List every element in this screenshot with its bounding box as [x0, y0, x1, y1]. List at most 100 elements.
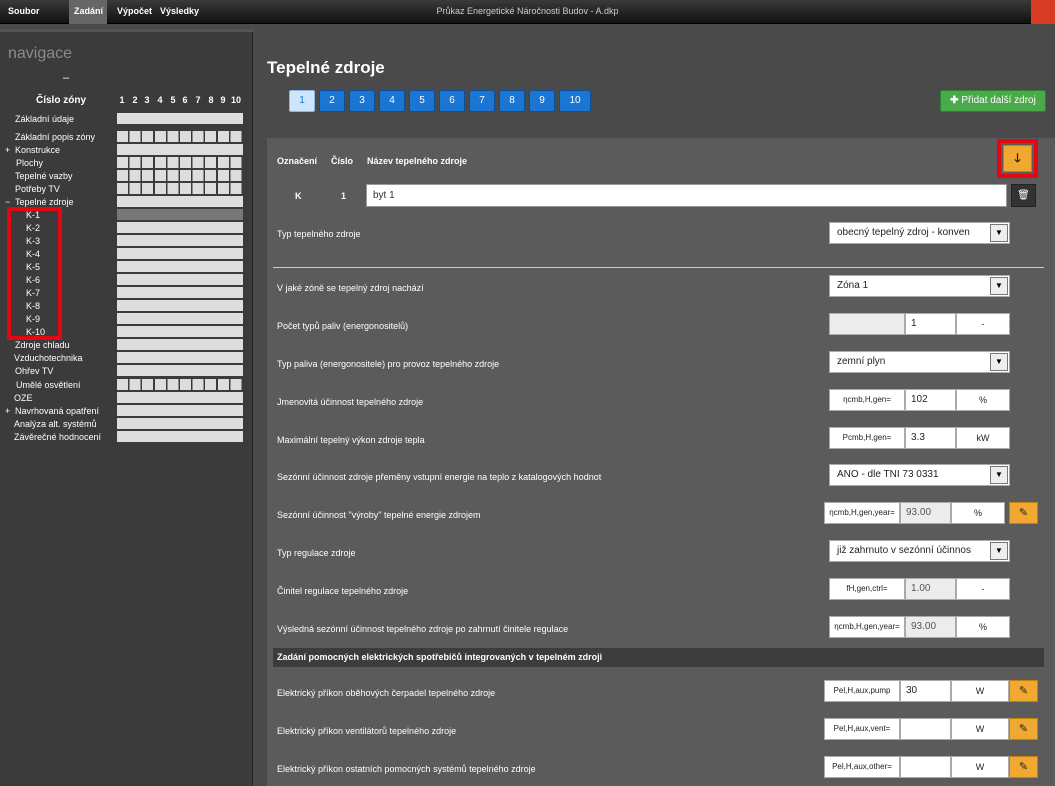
menu-vysledky[interactable]: Výsledky [155, 0, 204, 24]
nav-item-label: Ohřev TV [15, 366, 54, 376]
zone-bar[interactable] [117, 379, 243, 390]
edit-button[interactable]: ✎ [1009, 718, 1038, 740]
zone-bar[interactable] [117, 431, 243, 442]
nav-item[interactable]: Tepelné vazby [0, 170, 253, 183]
nav-item[interactable]: Vzduchotechnika [0, 352, 253, 365]
tab-source[interactable]: 1 [289, 90, 315, 112]
zone-bar[interactable] [117, 352, 243, 363]
tab-source[interactable]: 7 [469, 90, 495, 112]
main-content: Tepelné zdroje 1 2 3 4 5 6 7 8 9 10 ✚ Přidat dalš… [254, 24, 1055, 786]
zone-bar[interactable] [117, 339, 243, 350]
zone-bar[interactable] [117, 405, 243, 416]
zone-bar[interactable] [117, 157, 243, 168]
aux-section-title: Zadání pomocných elektrických spotřebičů… [273, 648, 1044, 667]
aux-symbol: Pel,H,aux,vent= [824, 718, 900, 740]
nav-item-label: Umělé osvětlení [16, 380, 81, 390]
zone-bar[interactable] [117, 248, 243, 259]
field-label: Jmenovitá účinnost tepelného zdroje [277, 397, 424, 407]
menu-vypocet[interactable]: Výpočet [112, 0, 157, 24]
menu-soubor[interactable]: Soubor [3, 0, 45, 24]
nav-item[interactable]: Závěrečné hodnocení [0, 431, 253, 444]
nav-item[interactable]: Základní údaje [0, 113, 253, 126]
zone-number-caption: Číslo zóny [36, 95, 87, 106]
field-select[interactable]: již zahrnuto v sezónní účinnos ▼ [829, 540, 1010, 562]
field-select[interactable]: Zóna 1 ▼ [829, 275, 1010, 297]
zone-bar[interactable] [117, 313, 243, 324]
edit-button[interactable]: ✎ [1009, 756, 1038, 778]
field-input[interactable]: 102 [905, 389, 956, 411]
nav-item[interactable]: Základní popis zóny [0, 131, 253, 144]
zone-bar[interactable] [117, 274, 243, 285]
window-close-button[interactable] [1031, 0, 1055, 24]
aux-input[interactable] [900, 756, 951, 778]
pencil-icon: ✎ [1018, 723, 1029, 735]
field-unit: % [951, 502, 1005, 524]
field-select[interactable]: zemní plyn ▼ [829, 351, 1010, 373]
zone-bar[interactable] [117, 183, 243, 194]
nav-expand-toggle[interactable]: + [5, 144, 10, 156]
source-name-input[interactable] [366, 184, 1007, 207]
zone-bar[interactable] [117, 144, 243, 155]
aux-unit: W [951, 756, 1009, 778]
typ-select[interactable]: obecný tepelný zdroj - konven ▼ [829, 222, 1010, 244]
nav-item[interactable]: Potřeby TV [0, 183, 253, 196]
move-down-button[interactable]: 🡓 [1003, 145, 1032, 172]
header-nazev: Název tepelného zdroje [367, 156, 468, 166]
edit-button[interactable]: ✎ [1009, 502, 1038, 524]
nav-item-label: Potřeby TV [15, 184, 60, 194]
zone-number: 9 [220, 95, 226, 105]
tab-source[interactable]: 10 [559, 90, 591, 112]
zone-bar[interactable] [117, 365, 243, 376]
zone-bar[interactable] [117, 170, 243, 181]
zone-bar[interactable] [117, 209, 243, 220]
zone-bar[interactable] [117, 261, 243, 272]
field-select-value: ANO - dle TNI 73 0331 [837, 469, 939, 480]
tab-source[interactable]: 6 [439, 90, 465, 112]
tab-source[interactable]: 9 [529, 90, 555, 112]
source-oznaceni: K [295, 191, 302, 201]
nav-item[interactable]: Plochy [0, 157, 253, 170]
nav-collapse-toggle[interactable]: – [63, 72, 69, 84]
nav-item[interactable]: Zdroje chladu [0, 339, 253, 352]
aux-label: Elektrický příkon ventilátorů tepelného … [277, 726, 457, 736]
tab-source[interactable]: 8 [499, 90, 525, 112]
delete-source-button[interactable]: 🗑 [1011, 184, 1036, 207]
zone-bar[interactable] [117, 235, 243, 246]
field-label: Typ regulace zdroje [277, 548, 356, 558]
tab-source[interactable]: 4 [379, 90, 405, 112]
nav-expand-toggle[interactable]: + [5, 405, 10, 417]
zone-bar[interactable] [117, 418, 243, 429]
field-input: 93.00 [905, 616, 956, 638]
zone-bar[interactable] [117, 300, 243, 311]
nav-item[interactable]: Umělé osvětlení [0, 379, 253, 392]
field-label: Počet typů paliv (energonositelů) [277, 321, 409, 331]
nav-item[interactable]: + Navrhovaná opatření [0, 405, 253, 418]
zone-number: 10 [230, 95, 241, 105]
zone-bar[interactable] [117, 222, 243, 233]
field-input[interactable]: 3.3 [905, 427, 956, 449]
tab-source[interactable]: 2 [319, 90, 345, 112]
tab-source[interactable]: 3 [349, 90, 375, 112]
zone-bar[interactable] [117, 131, 243, 142]
add-source-button[interactable]: ✚ Přidat další zdroj [940, 90, 1046, 112]
zone-bar[interactable] [117, 113, 243, 124]
field-input[interactable]: 1 [905, 313, 956, 335]
aux-input[interactable]: 30 [900, 680, 951, 702]
nav-item[interactable]: + Konstrukce [0, 144, 253, 157]
zone-bar[interactable] [117, 196, 243, 207]
nav-item[interactable]: Ohřev TV [0, 365, 253, 378]
nav-item[interactable]: Analýza alt. systémů [0, 418, 253, 431]
tab-source[interactable]: 5 [409, 90, 435, 112]
aux-input[interactable] [900, 718, 951, 740]
zone-bar[interactable] [117, 326, 243, 337]
nav-item[interactable]: OZE [0, 392, 253, 405]
zone-bar[interactable] [117, 392, 243, 403]
field-label: Sezónní účinnost zdroje přeměny vstupní … [277, 472, 602, 482]
field-select[interactable]: ANO - dle TNI 73 0331 ▼ [829, 464, 1010, 486]
field-label: Činitel regulace tepelného zdroje [277, 586, 409, 596]
add-source-label: Přidat další zdroj [961, 95, 1036, 106]
menu-zadani[interactable]: Zadání [69, 0, 107, 24]
zone-bar[interactable] [117, 287, 243, 298]
aux-symbol: Pel,H,aux,other= [824, 756, 900, 778]
edit-button[interactable]: ✎ [1009, 680, 1038, 702]
